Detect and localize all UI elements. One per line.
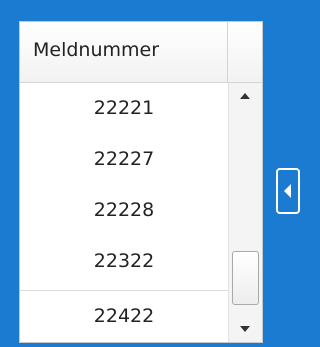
- scrollbar-thumb[interactable]: [232, 251, 259, 305]
- table-row[interactable]: 22221: [20, 83, 228, 134]
- table-row[interactable]: 22422: [20, 290, 228, 341]
- table-row[interactable]: 22322: [20, 236, 228, 287]
- row-meldnummer: 22422: [93, 305, 155, 327]
- table-row[interactable]: 22228: [20, 185, 228, 236]
- column-header-meldnummer[interactable]: Meldnummer: [20, 22, 228, 83]
- grid-rows: 22221 22227 22228 22322 22422: [20, 83, 228, 342]
- row-meldnummer: 22322: [93, 250, 155, 272]
- row-meldnummer: 22228: [93, 199, 155, 221]
- column-header-label: Meldnummer: [33, 39, 160, 61]
- scroll-up-icon[interactable]: [240, 93, 250, 99]
- data-grid: Meldnummer 22221 22227 22228 22322 22422: [19, 21, 263, 343]
- vertical-scrollbar[interactable]: [228, 83, 262, 342]
- row-meldnummer: 22221: [93, 97, 155, 119]
- row-meldnummer: 22227: [93, 148, 155, 170]
- column-header-filler: [228, 22, 262, 83]
- chevron-left-icon: [284, 184, 291, 198]
- scroll-down-icon[interactable]: [240, 326, 250, 332]
- table-row[interactable]: 22227: [20, 134, 228, 185]
- collapse-panel-button[interactable]: [276, 168, 300, 214]
